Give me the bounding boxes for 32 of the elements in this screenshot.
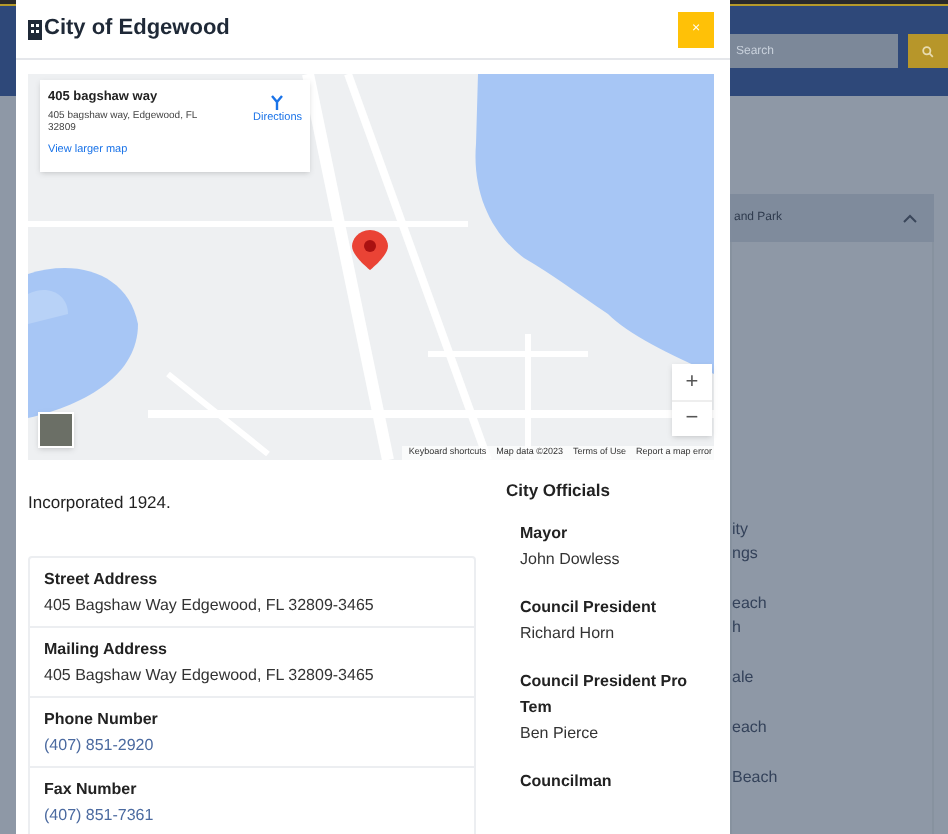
official-role: Councilman xyxy=(520,769,614,794)
zoom-out-button[interactable]: − xyxy=(672,400,712,436)
map-type-button[interactable] xyxy=(38,412,74,448)
field-value: 405 Bagshaw Way Edgewood, FL 32809-3465 xyxy=(44,663,376,686)
link-text-fragment[interactable]: each xyxy=(732,716,932,740)
search-icon xyxy=(922,45,935,57)
field-label: Phone Number xyxy=(44,707,160,730)
link-text-fragment[interactable]: ngs xyxy=(732,542,932,566)
official-name: John Dowless xyxy=(520,547,622,572)
chevron-up-icon xyxy=(902,213,918,223)
official-role: Council President Pro Tem xyxy=(520,669,690,720)
zoom-in-button[interactable]: + xyxy=(672,364,712,400)
official-name: Richard Horn xyxy=(520,621,617,646)
phone-link[interactable]: (407) 851-7361 xyxy=(44,803,460,826)
link-text-fragment[interactable]: each xyxy=(732,592,932,616)
link-text-fragment[interactable]: Beach xyxy=(732,766,932,790)
link-text-fragment[interactable]: ity xyxy=(732,518,932,542)
directions-icon xyxy=(270,94,285,110)
modal-title: City of Edgewood xyxy=(44,14,230,45)
official-role: Mayor xyxy=(520,521,570,546)
link-text-fragment[interactable]: ale xyxy=(732,666,932,690)
field-value: 405 Bagshaw Way Edgewood, FL 32809-3465 xyxy=(44,593,376,616)
official-name: Ben Pierce xyxy=(520,721,601,746)
building-icon xyxy=(28,19,42,39)
officials-heading: City Officials xyxy=(506,478,612,504)
official-role: Council President xyxy=(520,595,659,620)
intro-text: Incorporated 1924. xyxy=(28,490,173,516)
field-label: Street Address xyxy=(44,567,160,590)
link-text-fragment[interactable]: h xyxy=(732,616,932,640)
field-label: Fax Number xyxy=(44,777,139,800)
phone-link[interactable]: (407) 851-2920 xyxy=(44,733,460,756)
field-label: Mailing Address xyxy=(44,637,169,660)
